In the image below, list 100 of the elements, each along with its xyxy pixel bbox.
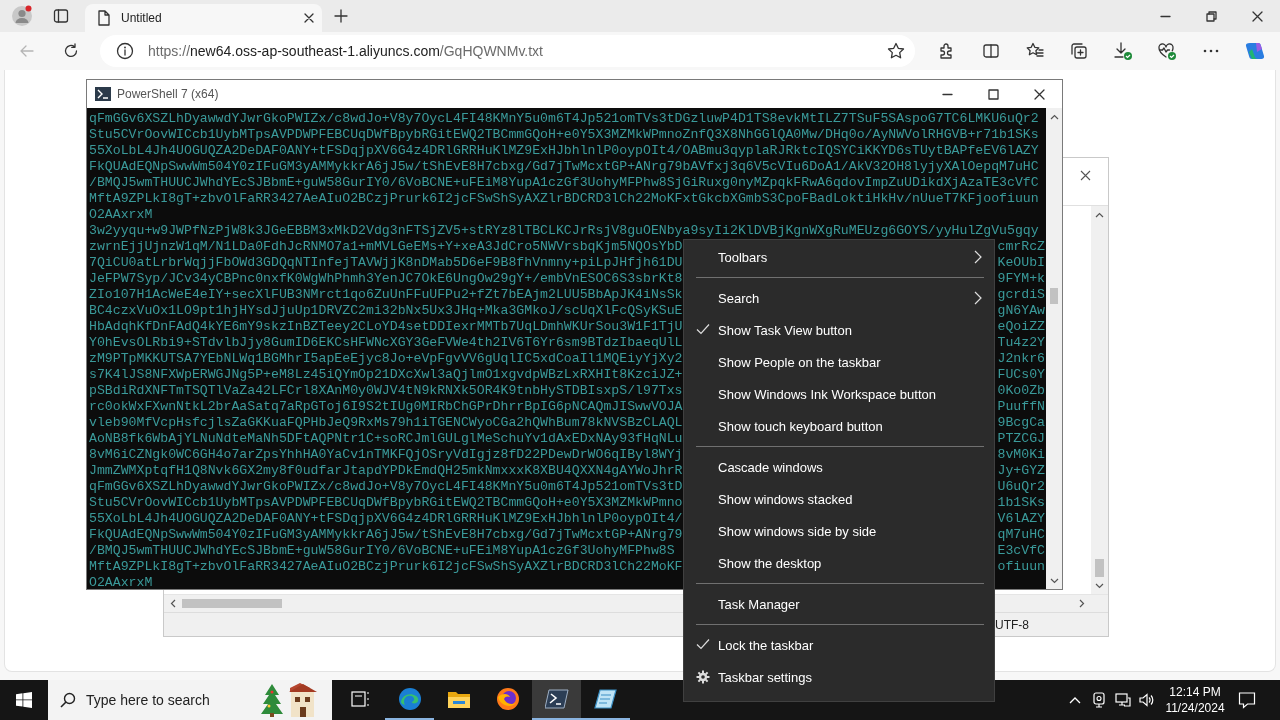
console-text: FkQUAdEQNpSwwWm504Y0zIFuGM3yAMMykkrA6jJ5w/tShEvE8H7cbxg/Gd7jTwMcxtGP+ANrg79 — [89, 527, 683, 543]
console-text: ZIo107H1AcWeE4eIY+secXlFUB3NMrct1qo6ZuUnFFuUFPu2+fZt7bEAjm2LUU5BbApJK4iNsSk — [89, 287, 683, 303]
tab-actions-icon[interactable] — [53, 8, 69, 24]
close-icon[interactable] — [304, 13, 314, 23]
heart-pulse-icon[interactable] — [1157, 41, 1177, 61]
console-text: ofiuun — [997, 559, 1045, 575]
console-text: E3cVfC — [997, 543, 1045, 559]
console-text: 9FYM+k — [997, 271, 1045, 287]
scrollbar-thumb[interactable] — [1095, 559, 1104, 577]
check-icon — [696, 638, 710, 650]
browser-icon — [397, 687, 422, 711]
console-text: MftA9ZPLkI8gT+zbvOlFaRR3427AeAIuO2BCzjPrurk6I2jcFSwShSyAXZlrBDCRD3lCh22MoKF — [89, 559, 683, 575]
menu-item[interactable]: Search — [684, 282, 994, 314]
scroll-left-icon[interactable] — [170, 599, 176, 608]
menu-item[interactable]: Task Manager — [684, 588, 994, 620]
browser-icon — [495, 687, 520, 711]
menu-item[interactable]: Show Windows Ink Workspace button — [684, 378, 994, 410]
console-text: HbAdqhKfDnFAdQ4kYE6mY9skzInBZTeey2CLoYD4setDDIexrMMTb7UqLDmhWKUrSou3W1F1TjU — [89, 319, 683, 335]
terminal-icon — [544, 688, 569, 710]
new-tab-icon[interactable] — [334, 9, 348, 23]
notification-icon[interactable] — [1238, 691, 1256, 709]
menu-item[interactable]: Lock the taskbar — [684, 629, 994, 661]
profile-icon[interactable] — [11, 5, 33, 27]
console-text: Y0hEvsOLRbi9+STdvlbJjy8GumID6EKCsHFWNcXGY3GeFVWe4th2IV6T6Yr6sm9BTdzIbaeqUlL — [89, 335, 683, 351]
close-icon[interactable] — [1033, 88, 1045, 100]
console-text: vleb90MfVcpHsfcjlsZaGKKuaFQPHbJeQ9RxMs79h1iTGENCWyoCGa2hQWhBum78kNVSBzCLAQL — [89, 415, 683, 431]
console-text: qM7uHC — [997, 527, 1045, 543]
scroll-right-icon[interactable] — [1079, 599, 1085, 608]
chevron-right-icon — [974, 291, 982, 305]
console-text: O2AAxrxM — [89, 207, 153, 223]
menu-item[interactable]: Show windows stacked — [684, 483, 994, 515]
menu-item[interactable]: Show windows side by side — [684, 515, 994, 547]
console-text: FUCs0Y — [997, 367, 1045, 383]
console-text: qFmGGv6XSZLhDyawwdYJwrGkoPWIZx/c8wdJo+V8y7OycL4FI48KMnY5u0m6T4Jp521omTVs3tDGzluwP4D1TS8evkMtILZ7TSuF5SAspoG7TC6LMKU6uQr2 — [89, 111, 1039, 127]
console-text: zM9PTpMKKUTSA7YEbNLWq1BGMhrI5apEeEjyc8Jo+eVpFgvVV6gUqlIC5xdCoaIl1MQEiyYjXy2 — [89, 351, 683, 367]
menu-item[interactable]: Cascade windows — [684, 451, 994, 483]
info-icon[interactable] — [116, 42, 134, 60]
refresh-icon[interactable] — [63, 43, 79, 59]
console-text: 8vM0Ki — [997, 447, 1045, 463]
console-text: 7QiCU0atLrbrWqjjFbOWd3GDQqNTInfejTAVWjjK8nDMab5D6eF9B8fhVnmny+piLpJHfjh61DU — [89, 255, 683, 271]
scroll-down-icon[interactable] — [1049, 578, 1059, 584]
console-text: V6lAZY — [997, 511, 1045, 527]
menu-item[interactable]: Toolbars — [684, 241, 994, 273]
console-text: PTZCGJ — [997, 431, 1045, 447]
favorites-icon[interactable] — [1026, 42, 1044, 60]
console-text: MftA9ZPLkI8gT+zbvOlFaRR3427AeAIuO2BCzjPrurk6I2jcFSwShSyAXZlrBDCRD3lCh22MoKFxtGkcbXGmbS3CpoFBadLoktiHkHv/nUueT7KFjoofiuun — [89, 191, 1039, 207]
tree-and-house-drawing — [260, 682, 318, 718]
console-text: 55XoLbL4Jh4UOGUQZA2DeDAF0ANY+tFSDqjpXV6G4z4DRlGRRHuKlMZ9ExHJbhlnlP0oypOIt4/ — [89, 511, 683, 527]
console-text: eQoiZZ — [997, 319, 1045, 335]
console-text: AoNB8fk6WbAjYLNuNdteMaNh5DFtAQPNtr1C+soRCJmlGULglMeSchuYv1dAxEDxNAy93fHqNLu — [89, 431, 683, 447]
console-text: 3w2yyqu+w9JWPfNzPjW8k3JGeEBBM3xMkD2Vdg3nFTSjZV5+stRYz8lTBCLKCJrRsjV8guOENbya9syIi2KlDVBjKgnWXgRuMEUzg6GOYS/yyHulZgVu5gqy — [89, 223, 1039, 239]
close-icon[interactable] — [1079, 169, 1091, 181]
window-title: PowerShell 7 (x64) — [117, 87, 220, 101]
menu-item[interactable]: Show the desktop — [684, 547, 994, 579]
console-text: Jy+GYZ — [997, 463, 1045, 479]
close-icon[interactable] — [1251, 10, 1263, 22]
page-icon — [97, 10, 111, 26]
menu-item[interactable]: Taskbar settings — [684, 661, 994, 693]
maximize-icon[interactable] — [987, 88, 999, 100]
volume-icon[interactable] — [1139, 693, 1155, 707]
console-text: s7K4lJS8NFXWpERWGJNg5P+eM8Lz45iQYmOp21DXcXwl3aQjlmO1xgvdpWBzLxRXHIt8KzciJZ+ — [89, 367, 683, 383]
console-text: 55XoLbL4Jh4UOGUQZA2DeDAF0ANY+tFSDqjpXV6G4z4DRlGRRHuKlMZ9ExHJbhlnlP0oypOIt4/OABmu3qyplaRJRktcIQSYCiKKYD6sTUytBAPfeEV6lAZY — [89, 143, 1039, 159]
menu-item[interactable]: Show Task View button — [684, 314, 994, 346]
chevron-up-icon[interactable] — [1069, 696, 1081, 704]
console-text: 1b1SKs — [997, 495, 1045, 511]
scrollbar-thumb[interactable] — [182, 599, 282, 608]
menu-item[interactable]: Show touch keyboard button — [684, 410, 994, 442]
console-text: JmmZWMXptqfH1Q8Nvk6GX2my8f0udfarJtapdYPDkEmdQH25mkNmxxxK8XBU4QXXN4gAYWoJhrR — [89, 463, 683, 479]
console-text: gcrdiS — [997, 287, 1045, 303]
scroll-up-icon[interactable] — [1049, 114, 1059, 120]
download-icon[interactable] — [1113, 41, 1133, 61]
restore-icon[interactable] — [1205, 10, 1217, 22]
console-text: KeOUbI — [997, 255, 1045, 271]
collections-icon[interactable] — [1070, 42, 1088, 60]
console-text: rc0okWxFXwnNtkL2brAaSatq7aRpGToj6I9S2tIUg0MIRbChGPrDhrrBpIG6pNCAQmJISwwVOJA — [89, 399, 683, 415]
split-screen-icon[interactable] — [982, 42, 1000, 60]
console-text: gN6YAw — [997, 303, 1045, 319]
console-text: FkQUAdEQNpSwwWm504Y0zIFuGM3yAMMykkrA6jJ5w/tShEvE8H7cbxg/Gd7jTwMcxtGP+ANrg79bAVfxj3q6V5cVIu6DoA1/AkV32OH8lyjyXAlOepqM7uHC — [89, 159, 1039, 175]
browser-tab[interactable]: Untitled — [85, 4, 322, 32]
console-text: U6uQr2 — [997, 479, 1045, 495]
menu-item[interactable]: Show People on the taskbar — [684, 346, 994, 378]
search-field[interactable]: Type here to search — [48, 680, 332, 720]
clock[interactable]: 12:14 PM 11/24/2024 — [1165, 684, 1225, 716]
console-text: Stu5CVrOovWICcb1UybMTpsAVPDWPFEBCUqDWfBpybRGitEWQ2TBCmmGQoH+e0Y5X3MZMkWPmno — [89, 495, 683, 511]
console-text: J2nkr6 — [997, 351, 1045, 367]
notepad-icon — [593, 688, 618, 710]
windows-logo-icon[interactable] — [16, 692, 32, 708]
console-text: O2AAxrxM — [89, 575, 153, 589]
settings-icon — [696, 670, 710, 684]
scrollbar-thumb[interactable] — [1050, 288, 1058, 304]
terminal-icon — [95, 87, 111, 101]
folder-icon — [446, 689, 471, 709]
console-text: /BMQJ5wmTHUUCJWhdYEcSJBbmE+guW58GurIY0/6VoBCNE+uFEiM8YupA1czGf3UohyMFPhw8SjGiRuxg0nyMZpqkFRwA6qdovImpZuUDikdXjAzaTE3cVfC — [89, 175, 1039, 191]
device-icon[interactable] — [1092, 692, 1106, 708]
favorite-star-icon[interactable] — [887, 42, 905, 60]
scroll-up-icon[interactable] — [1095, 212, 1104, 218]
console-text: Tu4z2Y — [997, 335, 1045, 351]
console-text: PuuffN — [997, 399, 1045, 415]
scroll-down-icon[interactable] — [1095, 583, 1104, 589]
network-icon[interactable] — [1115, 693, 1131, 707]
